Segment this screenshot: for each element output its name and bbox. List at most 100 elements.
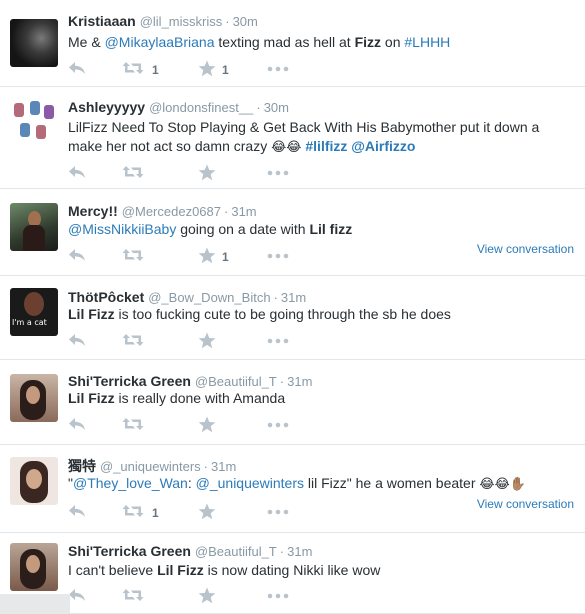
more-button[interactable] [267,338,289,356]
avatar[interactable]: I'm a cat [10,288,58,336]
retweet-button[interactable] [122,587,144,605]
avatar[interactable] [10,374,58,422]
favorite-count: 1 [222,250,229,264]
retweet-icon [122,418,144,430]
reply-button[interactable] [68,416,86,434]
mention-link[interactable]: @MissNikkiiBaby [68,221,176,237]
retweet-button[interactable] [122,416,144,434]
author-handle[interactable]: @Beautiiful_T [195,374,277,389]
tweet[interactable]: Mercy!! @Mercedez0687 · 31m @MissNikkiiBaby … [0,189,585,276]
timestamp[interactable]: 31m [211,459,236,474]
avatar[interactable] [10,19,58,67]
more-button[interactable] [267,509,289,527]
tweet-header: Shi'Terricka Green @Beautiiful_T · 31m [68,542,312,561]
author-name[interactable]: Ashleyyyyy [68,99,145,115]
mention-link[interactable]: @Airfizzo [351,138,415,154]
retweet-icon [122,589,144,601]
separator-dot: · [224,204,229,219]
avatar[interactable] [10,203,58,251]
favorite-button[interactable] [198,247,216,265]
reply-button[interactable] [68,503,86,521]
more-button[interactable] [267,66,289,84]
separator-dot: · [279,374,285,389]
tweet[interactable]: Shi'Terricka Green @Beautiiful_T · 31m I can… [0,533,585,614]
tweet[interactable]: I'm a cat ThötPôcket @_Bow_Down_Bitch · 31m… [0,276,585,360]
reply-icon [69,166,85,178]
timestamp[interactable]: 31m [287,374,312,389]
reply-icon [69,505,85,517]
retweet-icon [122,505,144,517]
author-handle[interactable]: @lil_misskriss [140,14,223,29]
author-name[interactable]: Kristiaaan [68,13,136,29]
retweet-button[interactable] [122,332,144,350]
favorite-button[interactable] [198,416,216,434]
tweet-text: Lil Fizz is too fucking cute to be going… [68,305,568,324]
more-dots-icon [267,593,289,599]
reply-button[interactable] [68,587,86,605]
retweet-button[interactable] [122,503,144,521]
page-corner [0,594,70,614]
avatar[interactable] [10,457,58,505]
retweet-button[interactable] [122,60,144,78]
favorite-button[interactable] [198,164,216,182]
separator-dot: · [256,100,261,115]
timestamp[interactable]: 31m [281,290,306,305]
favorite-icon [198,587,216,604]
author-handle[interactable]: @_Bow_Down_Bitch [148,290,270,305]
text-segment: is now dating Nikki like wow [203,562,381,578]
hashtag-link[interactable]: #LHHH [404,34,450,50]
favorite-button[interactable] [198,587,216,605]
text-segment: is really done with Amanda [114,390,286,406]
author-name[interactable]: 獨特 [68,458,96,474]
reply-button[interactable] [68,164,86,182]
author-name[interactable]: ThötPôcket [68,289,144,305]
mention-link[interactable]: @They_love_Wan [73,475,188,491]
timestamp[interactable]: 30m [264,100,289,115]
avatar[interactable] [10,99,58,147]
reply-button[interactable] [68,332,86,350]
avatar[interactable] [10,543,58,591]
reply-button[interactable] [68,247,86,265]
mention-link[interactable]: @_uniquewinters [196,475,304,491]
retweet-button[interactable] [122,164,144,182]
more-button[interactable] [267,422,289,440]
author-name[interactable]: Shi'Terricka Green [68,373,191,389]
author-handle[interactable]: @_uniquewinters [100,459,201,474]
timestamp[interactable]: 31m [287,544,312,559]
author-handle[interactable]: @londonsfinest__ [149,100,253,115]
author-name[interactable]: Mercy!! [68,203,118,219]
reply-button[interactable] [68,60,86,78]
reply-icon [69,249,85,261]
more-button[interactable] [267,253,289,271]
tweet[interactable]: 獨特 @_uniquewinters · 31m "@They_love_Wan: @_… [0,445,585,533]
emoji: 😂😂 [271,140,302,155]
more-dots-icon [267,338,289,344]
text-segment: Lil Fizz [68,390,115,406]
timestamp[interactable]: 30m [233,14,258,29]
favorite-button[interactable] [198,332,216,350]
text-segment: : [187,475,196,491]
author-handle[interactable]: @Mercedez0687 [122,204,221,219]
tweet[interactable]: Kristiaaan @lil_misskriss · 30m Me & @Mikayl… [0,0,585,87]
more-dots-icon [267,509,289,515]
more-button[interactable] [267,170,289,188]
author-name[interactable]: Shi'Terricka Green [68,543,191,559]
tweet-header: Kristiaaan @lil_misskriss · 30m [68,12,258,31]
more-button[interactable] [267,593,289,611]
hashtag-link[interactable]: #lilfizz [305,138,347,154]
retweet-button[interactable] [122,247,144,265]
timestamp[interactable]: 31m [231,204,256,219]
text-segment: lil Fizz" he a women beater [304,475,480,491]
view-conversation-link[interactable]: View conversation [477,497,574,511]
view-conversation-link[interactable]: View conversation [477,242,574,256]
author-handle[interactable]: @Beautiiful_T [195,544,277,559]
text-segment: Lil fizz [309,221,353,237]
avatar-caption: I'm a cat [12,318,47,327]
retweet-icon [122,334,144,346]
text-segment: Me & [68,34,105,50]
tweet[interactable]: Shi'Terricka Green @Beautiiful_T · 31m Lil F… [0,360,585,445]
tweet[interactable]: Ashleyyyyy @londonsfinest__ · 30m LilFizz Ne… [0,87,585,189]
favorite-button[interactable] [198,60,216,78]
favorite-button[interactable] [198,503,216,521]
mention-link[interactable]: @MikaylaaBriana [105,34,215,50]
